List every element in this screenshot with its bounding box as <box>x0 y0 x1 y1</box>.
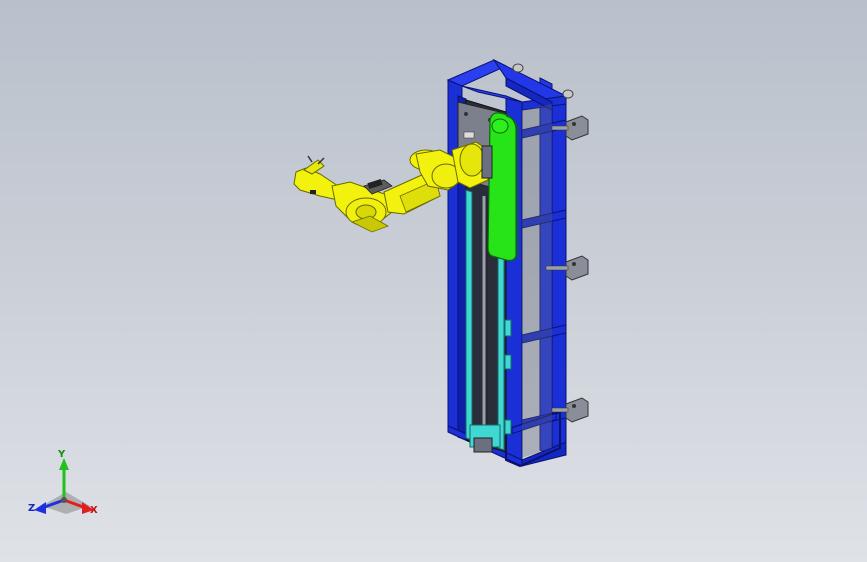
cad-model-scene[interactable] <box>0 0 867 562</box>
carriage-label <box>463 131 475 139</box>
triad-y-label: Y <box>58 449 66 460</box>
belt-cover[interactable] <box>487 112 519 262</box>
carriage-bolt-1 <box>464 112 468 116</box>
top-knob-left <box>512 63 524 73</box>
triad-x-label: X <box>90 505 98 516</box>
triad-graphic <box>34 458 94 514</box>
rail-left-guide <box>465 189 473 441</box>
triad-z-arrow <box>34 502 46 514</box>
triad-origin <box>61 497 67 503</box>
rail-bottom-motor <box>473 437 493 453</box>
rail-fitting-2 <box>504 354 512 370</box>
rail-fitting-3 <box>504 419 512 435</box>
frame-back-column <box>551 91 567 456</box>
belt-cover-body <box>487 112 517 262</box>
top-knob-right <box>562 89 574 99</box>
robot-gripper <box>293 155 339 201</box>
frame-back-plate <box>522 104 552 458</box>
rail-fitting-1 <box>504 319 512 337</box>
triad-z-label: Z <box>28 503 36 514</box>
belt-pulley-top <box>491 118 509 134</box>
view-orientation-triad[interactable]: Y X Z <box>22 448 112 528</box>
graphics-viewport[interactable]: Y X Z <box>0 0 867 562</box>
